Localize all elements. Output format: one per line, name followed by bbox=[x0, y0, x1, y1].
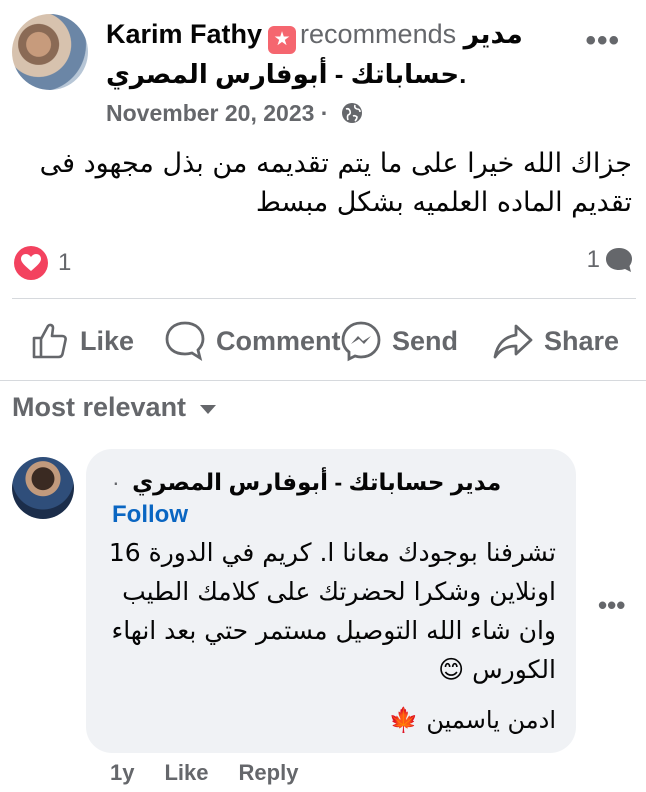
comment-footer: 1y Like Reply bbox=[110, 760, 298, 786]
send-button[interactable]: Send bbox=[340, 316, 458, 366]
comment-sort-dropdown[interactable]: Most relevant bbox=[12, 392, 217, 423]
page-name-part2[interactable]: حساباتك - أبوفارس المصري bbox=[106, 59, 459, 89]
post-meta: November 20, 2023 · bbox=[106, 97, 363, 132]
comment-count: 1 bbox=[586, 246, 600, 273]
comment-label: Comment bbox=[216, 325, 341, 356]
post-actions: Like Comment Send Share bbox=[0, 316, 646, 366]
comment-summary[interactable]: 1 bbox=[587, 246, 634, 274]
sort-label: Most relevant bbox=[12, 392, 187, 422]
comment-bubble-icon bbox=[606, 248, 632, 272]
comment-icon bbox=[165, 321, 205, 362]
like-icon bbox=[32, 323, 67, 359]
divider bbox=[0, 380, 646, 381]
name-dot: · bbox=[112, 469, 120, 495]
post-date[interactable]: November 20, 2023 bbox=[106, 100, 314, 126]
comment-reply-button[interactable]: Reply bbox=[239, 760, 299, 786]
author-name[interactable]: Karim Fathy bbox=[106, 19, 262, 49]
comment-options-button[interactable]: ••• bbox=[598, 590, 625, 621]
caret-down-icon bbox=[200, 405, 217, 414]
page-name-line: حساباتك - أبوفارس المصري. bbox=[106, 56, 526, 92]
messenger-icon bbox=[341, 321, 381, 362]
post-text: جزاك الله خيرا على ما يتم تقديمه من بذل … bbox=[39, 148, 632, 218]
recommends-label: recommends bbox=[300, 19, 457, 49]
reaction-summary[interactable]: 1 bbox=[14, 246, 71, 280]
commenter-avatar[interactable] bbox=[12, 457, 74, 519]
post-header-line: Karim Fathy ★ recommends مدير bbox=[106, 16, 576, 54]
comment-text: تشرفنا بوجودك معانا ا. كريم في الدورة 16… bbox=[108, 538, 556, 684]
follow-button[interactable]: Follow bbox=[112, 500, 188, 530]
meta-separator: · bbox=[320, 100, 329, 126]
star-icon: ★ bbox=[268, 26, 297, 54]
reaction-count: 1 bbox=[58, 249, 72, 276]
comment-signature: ادمن ياسمين 🍁 bbox=[388, 706, 556, 734]
share-button[interactable]: Share bbox=[492, 316, 619, 366]
page-name-part1[interactable]: مدير bbox=[464, 19, 523, 49]
like-label: Like bbox=[80, 325, 135, 356]
divider bbox=[12, 298, 636, 299]
comment-like-button[interactable]: Like bbox=[164, 760, 208, 786]
page-name-suffix: . bbox=[459, 59, 467, 89]
post-options-button[interactable]: ••• bbox=[585, 24, 620, 58]
send-label: Send bbox=[392, 325, 459, 356]
heart-icon bbox=[14, 246, 48, 280]
like-button[interactable]: Like bbox=[30, 316, 134, 366]
share-label: Share bbox=[544, 325, 620, 356]
globe-icon bbox=[341, 100, 363, 132]
comment-time[interactable]: 1y bbox=[110, 760, 134, 786]
comment-button[interactable]: Comment bbox=[164, 316, 341, 366]
share-icon bbox=[493, 324, 533, 359]
commenter-name[interactable]: مدير حساباتك - أبوفارس المصري bbox=[132, 469, 501, 495]
commenter-name-line: · مدير حساباتك - أبوفارس المصري bbox=[112, 467, 501, 497]
author-avatar[interactable] bbox=[12, 14, 88, 90]
